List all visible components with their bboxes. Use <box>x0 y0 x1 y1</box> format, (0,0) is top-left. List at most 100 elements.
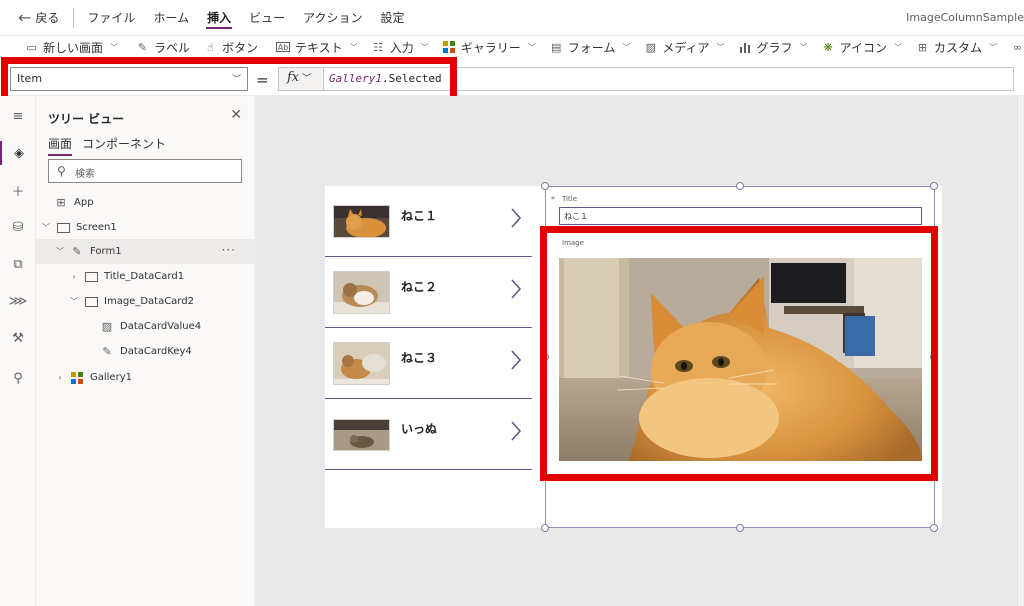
resize-handle[interactable] <box>930 524 938 532</box>
custom-label: カスタム <box>933 40 982 55</box>
media-label: メディア <box>662 40 710 55</box>
gallery-button[interactable]: ギャラリー ﹀ <box>436 39 543 56</box>
chevron-right-icon[interactable] <box>510 208 522 228</box>
media-image-icon: ▨ <box>645 40 657 54</box>
resize-handle[interactable] <box>541 524 549 532</box>
cat-image-control[interactable] <box>559 258 922 461</box>
title-field-input[interactable]: ねこ１ <box>559 207 922 225</box>
plus-insert-icon[interactable]: ＋ <box>0 178 36 202</box>
tree-search-input[interactable]: ⚲ 検索 <box>48 159 242 183</box>
text-button[interactable]: Ab テキスト ﹀ <box>269 39 365 56</box>
gallery-label: ギャラリー <box>460 40 521 55</box>
gallery-item[interactable]: ねこ２ <box>325 257 532 328</box>
image-control-icon: ▨ <box>101 320 113 333</box>
tree-node-gallery1[interactable]: › Gallery1 <box>36 365 254 390</box>
menu-home[interactable]: ホーム <box>144 0 198 35</box>
media-icon[interactable]: ⧉ <box>0 252 36 276</box>
tab-screens[interactable]: 画面 <box>48 135 73 156</box>
form-button[interactable]: ▤ フォーム ﹀ <box>543 39 638 56</box>
command-bar: ← 戻る ファイル ホーム 挿入 ビュー アクション 設定 ImageColum… <box>0 0 1024 36</box>
chart-button[interactable]: グラフ ﹀ <box>732 39 815 56</box>
app-icon: ⊞ <box>56 196 66 209</box>
search-icon: ⚲ <box>57 164 66 178</box>
fx-button[interactable]: fx ﹀ <box>278 67 324 91</box>
cat-thumbnail-1 <box>333 205 390 238</box>
resize-handle[interactable] <box>736 182 744 190</box>
database-icon[interactable]: ⛁ <box>0 215 36 239</box>
chevron-down-icon: ﹀ <box>302 74 312 84</box>
tree-node-app[interactable]: ⊞ App <box>36 190 254 215</box>
menu-settings[interactable]: 設定 <box>372 0 414 35</box>
button-icon: ☝ <box>207 40 214 54</box>
tree-node-datacardvalue4[interactable]: ▨ DataCardValue4 <box>36 314 254 339</box>
tree-node-image-datacard[interactable]: ﹀ Image_DataCard2 <box>36 289 254 314</box>
resize-handle[interactable] <box>930 353 938 361</box>
gallery-icon <box>443 41 456 54</box>
expand-chevron-icon: › <box>58 373 62 382</box>
resize-handle[interactable] <box>541 182 549 190</box>
button-button[interactable]: ☝ ボタン <box>197 39 265 56</box>
advanced-tools-icon[interactable]: ⚒ <box>0 326 36 350</box>
icon-button[interactable]: ❋ アイコン ﹀ <box>815 39 909 56</box>
input-sliders-icon: ☷ <box>373 40 384 54</box>
gallery-item[interactable]: ねこ３ <box>325 328 532 399</box>
gallery-item-title: ねこ２ <box>401 280 438 294</box>
menu-insert[interactable]: 挿入 <box>198 0 240 35</box>
tab-components[interactable]: コンポーネント <box>82 135 166 152</box>
menu-file[interactable]: ファイル <box>78 0 144 35</box>
layers-tree-view-icon[interactable]: ◈ <box>0 141 36 165</box>
back-label: 戻る <box>35 11 60 25</box>
chevron-right-icon[interactable] <box>510 350 522 370</box>
tree-node-datacardkey4[interactable]: ✎ DataCardKey4 <box>36 339 254 364</box>
cat-thumbnail-2 <box>333 271 390 314</box>
text-label: テキスト <box>295 40 343 55</box>
properties-pane-edge <box>1017 96 1024 606</box>
cat-thumbnail-3 <box>333 342 390 385</box>
search-icon[interactable]: ⚲ <box>0 366 36 390</box>
tree-node-label: App <box>74 197 94 208</box>
tree-node-form1[interactable]: ﹀ ✎ Form1 ··· <box>36 239 254 264</box>
tree-node-label: Gallery1 <box>90 372 132 383</box>
more-ribbon-button[interactable]: ∞ <box>1004 41 1024 54</box>
input-button[interactable]: ☷ 入力 ﹀ <box>365 39 436 56</box>
custom-button[interactable]: ⊞ カスタム ﹀ <box>909 39 1004 56</box>
new-screen-button[interactable]: ▭ 新しい画面 ﹀ <box>18 39 125 56</box>
chevron-down-icon: ﹀ <box>110 42 119 52</box>
insert-ribbon: ▭ 新しい画面 ﹀ ✎ ラベル ☝ ボタン Ab テキスト ﹀ ☷ 入力 ﹀ ギ… <box>0 36 1024 58</box>
chevron-down-icon: ﹀ <box>716 42 725 52</box>
resize-handle[interactable] <box>541 353 549 361</box>
label-button[interactable]: ✎ ラベル <box>129 39 197 56</box>
chevron-right-icon[interactable] <box>510 421 522 441</box>
label-icon: ✎ <box>137 40 148 54</box>
more-icon: ∞ <box>1012 40 1023 54</box>
tree-node-title-datacard[interactable]: › Title_DataCard1 <box>36 264 254 289</box>
back-button[interactable]: ← 戻る <box>0 0 69 35</box>
left-nav-rail: ≡ ◈ ＋ ⛁ ⧉ ⋙ ⚒ ⚲ <box>0 96 36 606</box>
gallery-item-title: ねこ１ <box>401 209 438 223</box>
expand-chevron-icon: › <box>72 272 76 281</box>
tree-node-screen1[interactable]: ﹀ Screen1 <box>36 215 254 240</box>
app-name: ImageColumnSample <box>906 11 1024 24</box>
tree-view-title: ツリー ビュー <box>48 112 125 126</box>
menu-view[interactable]: ビュー <box>240 0 294 35</box>
resize-handle[interactable] <box>930 182 938 190</box>
chevron-down-icon: ﹀ <box>420 42 429 52</box>
tree-node-label: Screen1 <box>76 222 117 233</box>
close-icon[interactable]: ✕ <box>230 107 242 123</box>
media-button[interactable]: ▨ メディア ﹀ <box>637 39 731 56</box>
search-placeholder: 検索 <box>75 169 95 180</box>
gallery-item[interactable]: ねこ１ <box>325 186 532 257</box>
menu-action[interactable]: アクション <box>294 0 371 35</box>
hamburger-menu-icon[interactable]: ≡ <box>0 104 36 128</box>
more-options-icon[interactable]: ··· <box>222 243 236 257</box>
gallery-item[interactable]: いっぬ <box>325 399 532 470</box>
resize-handle[interactable] <box>736 524 744 532</box>
tree-node-label: Form1 <box>90 246 122 257</box>
formula-input[interactable]: Gallery1.Selected <box>324 67 1014 91</box>
chevron-right-icon[interactable] <box>510 279 522 299</box>
chevron-down-icon: ﹀ <box>893 42 902 52</box>
property-dropdown[interactable]: Item ﹀ <box>10 67 248 91</box>
power-automate-icon[interactable]: ⋙ <box>0 289 36 313</box>
datacard-icon <box>84 296 98 308</box>
image-field-label: Image <box>562 239 584 247</box>
